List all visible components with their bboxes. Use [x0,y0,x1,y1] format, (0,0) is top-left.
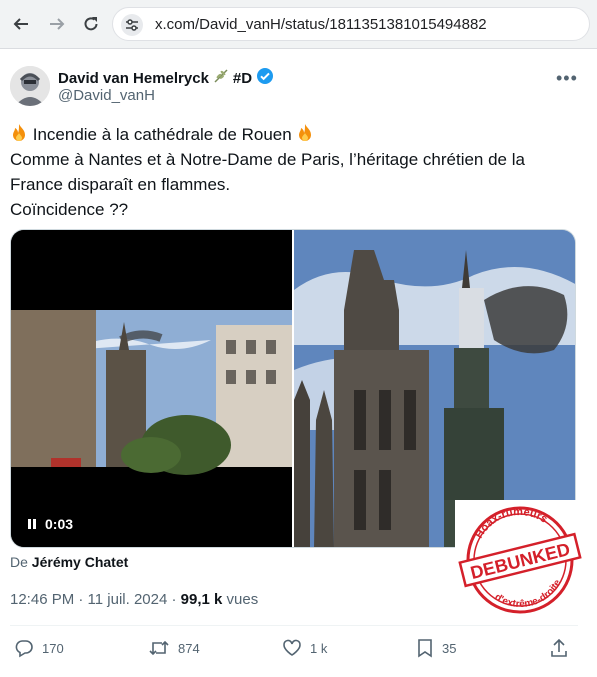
address-bar[interactable]: x.com/David_vanH/status/1811351381015494… [112,7,590,41]
video-timer: 0:03 [19,512,81,536]
tweet-line-2: Comme à Nantes et à Notre-Dame de Paris,… [10,150,525,169]
video-time-text: 0:03 [45,516,74,532]
browser-toolbar: x.com/David_vanH/status/1811351381015494… [0,0,597,49]
author-name[interactable]: David van Hemelryck #D [58,67,274,89]
share-button[interactable] [550,638,568,658]
tweet-timestamp[interactable]: 12:46 PM · 11 juil. 2024 · [10,591,176,608]
heart-icon [283,639,301,656]
divider [10,625,578,626]
author-name-text: David van Hemelryck [58,69,209,87]
credit-prefix: De [10,554,28,570]
forward-button[interactable] [44,11,70,37]
bookmark-count: 35 [442,640,457,656]
like-button[interactable]: 1 k [282,638,327,658]
fire-emoji-icon [13,124,25,141]
reply-icon [15,640,33,658]
author-tag: #D [232,69,253,87]
share-icon [551,638,567,657]
more-options-icon[interactable]: ••• [556,68,578,89]
media-credit: De Jérémy Chatet [10,554,128,570]
reply-count: 170 [42,640,64,656]
olive-branch-icon [213,68,229,88]
like-count: 1 k [310,640,328,656]
author-handle[interactable]: @David_vanH [58,87,155,104]
avatar[interactable] [10,66,50,106]
video-frame-image [11,230,292,547]
reply-button[interactable]: 170 [14,638,64,658]
repost-count: 874 [178,640,200,656]
back-button[interactable] [8,11,34,37]
back-arrow-icon [13,18,28,30]
forward-arrow-icon [50,18,65,30]
credit-name[interactable]: Jérémy Chatet [32,554,129,570]
tweet-meta: 12:46 PM · 11 juil. 2024 · 99,1 k vues [10,591,258,608]
views-count: 99,1 k [180,591,223,608]
reload-icon [84,17,98,31]
site-settings-icon[interactable] [121,14,143,36]
fire-emoji-icon [299,124,312,141]
bookmark-icon [418,639,432,658]
bookmark-button[interactable]: 35 [416,638,456,658]
tweet-text: Incendie à la cathédrale de Rouen Comme … [10,122,580,222]
views-label: vues [226,591,259,608]
repost-button[interactable]: 874 [148,638,200,658]
verified-badge-icon [256,67,274,89]
debunked-stamp: Hoax-rumeurs DEBUNKED d'extrême-droite [455,500,585,618]
tweet-line-3: France disparaît en flammes. [10,175,231,194]
repost-icon [149,640,169,656]
reload-button[interactable] [78,11,104,37]
pause-icon[interactable] [27,518,37,530]
video-player[interactable]: 0:03 [11,230,292,547]
tweet-line-1: Incendie à la cathédrale de Rouen [10,122,580,147]
tweet-line-1-text: Incendie à la cathédrale de Rouen [32,125,292,144]
tweet-line-4: Coïncidence ?? [10,200,129,219]
url-text: x.com/David_vanH/status/1811351381015494… [155,16,487,33]
